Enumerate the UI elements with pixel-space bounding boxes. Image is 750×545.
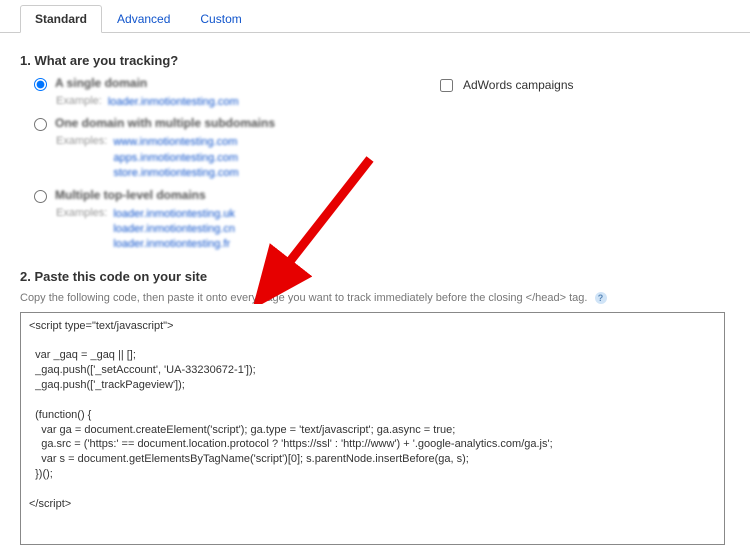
help-icon[interactable]: ? [595,292,607,304]
section2-instruction: Copy the following code, then paste it o… [20,292,730,304]
content: 1. What are you tracking? A single domai… [0,33,750,545]
tab-custom[interactable]: Custom [185,5,256,33]
radio-subdomains-row: One domain with multiple subdomains [34,116,440,131]
radio-single-domain[interactable] [34,78,47,91]
tracking-code: <script type="text/javascript"> var _gaq… [21,313,725,518]
radio-tld-row: Multiple top-level domains [34,188,440,203]
radio-single-domain-row: A single domain [34,76,440,91]
tab-standard[interactable]: Standard [20,5,102,33]
example-single: Example: loader.inmotiontesting.com [56,95,440,110]
tabs-bar: Standard Advanced Custom [0,4,750,33]
instruction-text: Copy the following code, then paste it o… [20,292,587,304]
example-key: Examples: [56,207,107,253]
example-key: Example: [56,95,102,110]
section1-columns: A single domain Example: loader.inmotion… [20,76,730,259]
radio-tld-label: Multiple top-level domains [55,188,206,202]
radio-subdomains-label: One domain with multiple subdomains [55,116,275,130]
adwords-row: AdWords campaigns [440,78,730,92]
section2: 2. Paste this code on your site Copy the… [20,269,730,545]
example-val: loader.inmotiontesting.uk loader.inmotio… [113,207,235,253]
adwords-checkbox[interactable] [440,79,453,92]
section2-title: 2. Paste this code on your site [20,269,730,284]
radio-subdomains[interactable] [34,118,47,131]
tab-advanced[interactable]: Advanced [102,5,185,33]
tracking-options: A single domain Example: loader.inmotion… [20,76,440,259]
example-tld: Examples: loader.inmotiontesting.uk load… [56,207,440,253]
section1-title: 1. What are you tracking? [20,53,730,68]
example-subdomains: Examples: www.inmotiontesting.com apps.i… [56,135,440,181]
example-key: Examples: [56,135,107,181]
radio-tld[interactable] [34,190,47,203]
example-val: loader.inmotiontesting.com [108,95,239,110]
adwords-label: AdWords campaigns [463,78,574,92]
tracking-code-box[interactable]: <script type="text/javascript"> var _gaq… [20,312,725,545]
radio-single-domain-label: A single domain [55,76,147,90]
right-col: AdWords campaigns [440,76,730,259]
example-val: www.inmotiontesting.com apps.inmotiontes… [113,135,238,181]
